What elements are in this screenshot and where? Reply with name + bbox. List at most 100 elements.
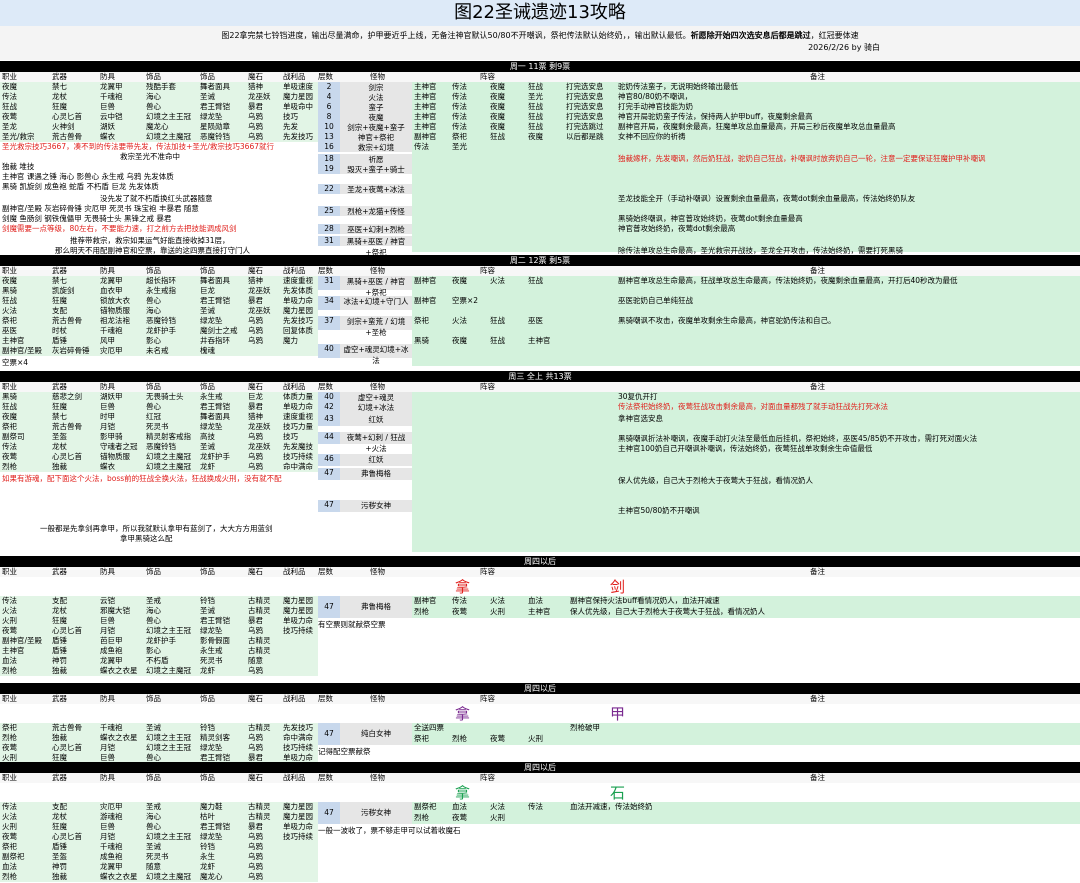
gear-cell: 先发 bbox=[283, 122, 298, 131]
remark-text: 副神官开局，夜魔剩余最高，狂魔单攻总血量最高，开局三秒后夜魔单攻总血量最高 bbox=[618, 122, 896, 131]
gear-cell: 血法 bbox=[2, 862, 17, 871]
column-header: 魔石 bbox=[248, 773, 263, 782]
gear-cell: 井吞指环 bbox=[200, 336, 230, 345]
gear-cell: 夜莺 bbox=[2, 626, 17, 635]
gear-cell: 幻境之主魔冠 bbox=[146, 132, 191, 141]
gear-cell: 幻境之主王冠 bbox=[146, 743, 191, 752]
column-header: 饰品 bbox=[146, 266, 161, 275]
lineup-member: 副神官 bbox=[414, 296, 437, 305]
gear-cell: 湖妖 bbox=[100, 122, 115, 131]
floor-number: 31 bbox=[318, 276, 340, 290]
lineup-member: 狂战 bbox=[528, 122, 543, 131]
gear-cell: 暴君 bbox=[248, 102, 263, 111]
gear-cell: 技巧持续 bbox=[283, 743, 313, 752]
gear-row: 狂战 狂魔 锁放大衣 兽心 君王臂铠 暴君 单吸力命 bbox=[0, 296, 318, 306]
gear-cell: 副神官/圣殿 bbox=[2, 346, 43, 355]
gear-cell: 狂战 bbox=[2, 296, 17, 305]
lineup-member: 火刑 bbox=[490, 813, 505, 822]
gear-cell: 古精灵 bbox=[248, 636, 271, 645]
gear-cell: 影心 bbox=[146, 646, 161, 655]
remark-text: 主神官100奶自己开嘲讽补嘲讽，传法始终奶，夜莺狂战单攻剩余生命值最低 bbox=[618, 444, 873, 453]
gear-cell: 夜魔 bbox=[2, 276, 17, 285]
gear-row: 巫医 时杖 千魂袍 龙虾护手 魔剑士之戒 乌鸦 回复体质 bbox=[0, 326, 318, 336]
column-header: 饰品 bbox=[146, 567, 161, 576]
floor-number: 25 bbox=[318, 206, 340, 216]
gear-row: 烈枪 独裁 蝶衣 幻境之主魔冠 龙虾 乌鸦 命中满命 bbox=[0, 462, 318, 472]
gear-cell: 邪魔大铠 bbox=[100, 606, 130, 615]
gear-cell: 灰岩碎骨锤 bbox=[52, 346, 90, 355]
gear-cell: 支配 bbox=[52, 596, 67, 605]
gear-cell: 乌鸦 bbox=[248, 832, 263, 841]
gear-cell: 烈枪 bbox=[2, 666, 17, 675]
gear-row: 主神官 盾锤 成鱼袍 影心 永生戒 古精灵 bbox=[0, 646, 318, 656]
tail-note: 一般一波收了，票不够走甲可以试着收魔石 bbox=[318, 826, 461, 835]
gear-cell: 死灵书 bbox=[146, 852, 169, 861]
section-bar: 周四以后 bbox=[0, 762, 1080, 773]
column-header: 层数 bbox=[318, 694, 333, 703]
gear-row: 夜莺 心灵匕首 月铠 幻境之主王冠 绿龙坠 乌鸦 技巧持续 bbox=[0, 626, 318, 636]
remark-text: 独裁嫁杯，先发嘲讽，然后奶狂战，驼奶自己狂战，补嘲讽时放奔奶自己一轮，注意一定要… bbox=[618, 154, 986, 163]
lineup-member: 主神官 bbox=[414, 112, 437, 121]
gear-cell: 传法 bbox=[2, 442, 17, 451]
gear-cell: 幻境之主魔冠 bbox=[146, 452, 191, 461]
gear-cell: 禁七 bbox=[52, 412, 67, 421]
lineup-member: 主神官 bbox=[414, 122, 437, 131]
big-label: 拿 bbox=[455, 784, 471, 802]
gear-cell: 永生戒 bbox=[200, 392, 223, 401]
gear-cell: 乌鸦 bbox=[248, 122, 263, 131]
gear-cell: 乌鸦 bbox=[248, 743, 263, 752]
gear-cell: 龙虾护手 bbox=[146, 326, 176, 335]
gear-cell: 枯叶 bbox=[200, 812, 215, 821]
gear-cell: 幻境之主王冠 bbox=[146, 112, 191, 121]
gear-row: 夜莺 心灵匕首 锚物质服 幻境之主魔冠 龙虾护手 乌鸦 技巧持续 bbox=[0, 452, 318, 462]
gear-cell: 黑骑 bbox=[2, 392, 17, 401]
gear-cell: 蝶衣 bbox=[100, 132, 115, 141]
lineup-member: 打完选安息 bbox=[566, 92, 604, 101]
gear-cell: 魔剑士之戒 bbox=[200, 326, 238, 335]
lineup-member: 夜莺 bbox=[452, 607, 467, 616]
monster-name: 剑宗 bbox=[340, 82, 412, 92]
gear-cell: 魔力星园 bbox=[283, 596, 313, 605]
gear-cell: 技巧持续 bbox=[283, 832, 313, 841]
gear-cell: 副祭祀 bbox=[2, 852, 25, 861]
gear-cell: 盾锤 bbox=[52, 842, 67, 851]
gear-cell: 舞者面具 bbox=[200, 276, 230, 285]
column-header: 武器 bbox=[52, 567, 67, 576]
gear-cell: 超长指环 bbox=[146, 276, 176, 285]
gear-row: 传法 龙杖 守魂者之冠 恶魔铃铛 圣诫 龙巫妖 先发魔技 bbox=[0, 442, 318, 452]
floor-number: 47 bbox=[318, 802, 340, 824]
gear-cell: 龙翼甲 bbox=[100, 82, 123, 91]
lineup-member: 黑骑 bbox=[414, 336, 429, 345]
section-bar: 周三 全上 共13票 bbox=[0, 371, 1080, 382]
column-header: 职业 bbox=[2, 72, 17, 81]
column-header: 武器 bbox=[52, 773, 67, 782]
remark-text: 圣龙技能全开（手动补嘲讽）设置剩余血量最高，夜莺dot剩余血量最高，传法始终奶队… bbox=[618, 194, 916, 203]
gear-cell: 古精灵 bbox=[248, 606, 271, 615]
monster-name: 虚空+魂灵幻境+冰法 bbox=[340, 344, 412, 365]
gear-cell: 火神剑 bbox=[52, 122, 75, 131]
floor-number: 47 bbox=[318, 500, 340, 512]
column-header: 武器 bbox=[52, 694, 67, 703]
gear-cell: 狂战 bbox=[2, 102, 17, 111]
monster-name: 巫医+幻刺+烈枪 bbox=[340, 224, 412, 234]
gear-cell: 圣盔 bbox=[52, 432, 67, 441]
note-text: 没先发了就不朽盾换红头武器随意 bbox=[100, 194, 213, 203]
gear-cell: 不朽盾 bbox=[146, 656, 169, 665]
gear-row: 狂战 狂魔 巨兽 兽心 君王臂铠 暴君 单吸力命 bbox=[0, 402, 318, 412]
gear-row: 夜莺 心灵匕首 月铠 幻境之主王冠 绿龙坠 乌鸦 技巧持续 bbox=[0, 743, 318, 753]
gear-cell: 乌鸦 bbox=[248, 626, 263, 635]
remark-text: 驼奶传法蛮子，无说明始终输出最低 bbox=[618, 82, 738, 91]
gear-cell: 狂魔 bbox=[52, 402, 67, 411]
gear-row: 烈枪 独裁 蝶衣之衣星 幻境之主王冠 精灵剑客 乌鸦 命中满命 bbox=[0, 733, 318, 743]
column-header: 职业 bbox=[2, 773, 17, 782]
gear-cell: 猎神 bbox=[248, 82, 263, 91]
column-headers: 职业 武器 防具 饰品 饰品 魔石 战利品 层数 怪物 阵容 备注 bbox=[0, 773, 1080, 783]
column-header: 怪物 bbox=[370, 567, 385, 576]
column-header: 魔石 bbox=[248, 694, 263, 703]
gear-cell: 成鱼袍 bbox=[100, 646, 123, 655]
column-header: 战利品 bbox=[283, 694, 306, 703]
column-header: 职业 bbox=[2, 382, 17, 391]
gear-cell: 无畏骑士头 bbox=[146, 392, 184, 401]
lineup-member: 祭祀 bbox=[452, 132, 467, 141]
column-headers: 职业 武器 防具 饰品 饰品 魔石 战利品 层数 怪物 阵容 备注 bbox=[0, 567, 1080, 577]
